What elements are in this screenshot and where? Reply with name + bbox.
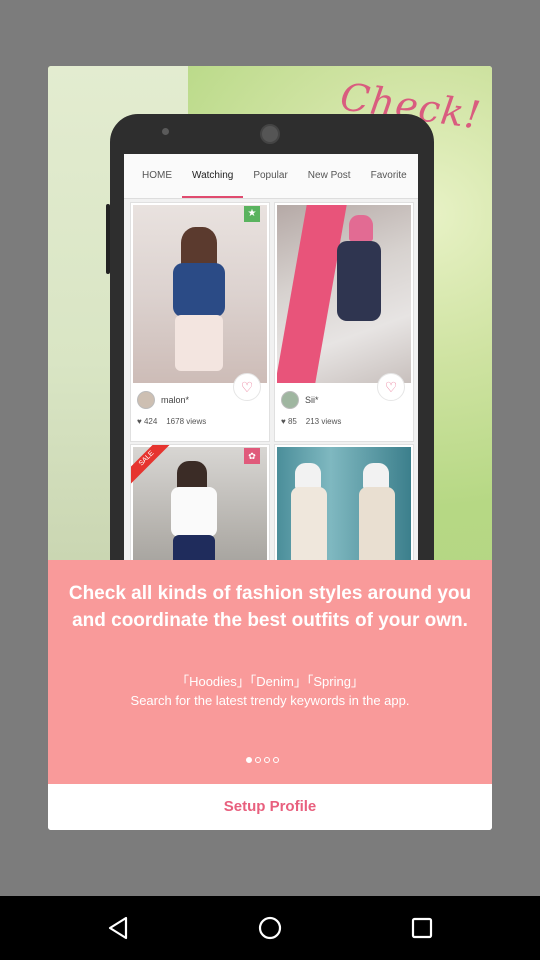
avatar: [137, 391, 155, 409]
likes-heart-icon: ♥: [137, 417, 144, 426]
onboarding-dialog: Check! HOME Watching Popular New Post Fa…: [48, 66, 492, 830]
page-dot: [255, 757, 261, 763]
avatar: [281, 391, 299, 409]
back-triangle-icon[interactable]: [104, 914, 132, 942]
post-likes: 85: [287, 417, 297, 426]
page-indicator: [246, 757, 279, 763]
recent-square-icon[interactable]: [408, 914, 436, 942]
post-photo: [277, 205, 411, 383]
mock-post-card: ♡ Sii* ♥ 85 213 views: [274, 202, 414, 442]
heart-icon: ♡: [233, 373, 261, 401]
phone-screen: HOME Watching Popular New Post Favorite …: [124, 154, 418, 560]
keywords-line: 「Hoodies」「Denim」「Spring」: [176, 674, 364, 689]
likes-heart-icon: ♥: [281, 417, 288, 426]
post-likes: 424: [143, 417, 158, 426]
post-username: Sii*: [305, 395, 319, 405]
keywords-caption: Search for the latest trendy keywords in…: [130, 693, 410, 708]
intro-headline: Check all kinds of fashion styles around…: [68, 583, 472, 631]
mock-post-card: [274, 444, 414, 560]
mock-tab-new-post: New Post: [307, 170, 351, 181]
mock-tab-favorite: Favorite: [370, 170, 407, 181]
post-user: malon*: [137, 391, 189, 409]
mock-tab-watching: Watching: [182, 154, 244, 198]
gift-badge-icon: ✿: [244, 448, 260, 464]
page-dot: [273, 757, 279, 763]
post-username: malon*: [161, 395, 190, 405]
hero-image: Check! HOME Watching Popular New Post Fa…: [48, 66, 492, 560]
mock-tab-bar: HOME Watching Popular New Post Favorite: [124, 154, 418, 199]
post-user: Sii*: [281, 391, 319, 409]
post-stats: ♥ 424 1678 views: [137, 417, 206, 426]
post-photo: [277, 447, 411, 560]
post-views: 1678 views: [166, 417, 207, 426]
sale-badge: SALE: [131, 445, 171, 485]
page-dot-active: [246, 757, 252, 763]
mock-post-card: SALE ✿: [130, 444, 270, 560]
mock-post-card: ★ ♡ malon* ♥ 424 1678 views: [130, 202, 270, 442]
intro-keywords: 「Hoodies」「Denim」「Spring」 Search for the …: [68, 672, 472, 710]
mock-tab-home: HOME: [142, 170, 172, 181]
heart-icon: ♡: [377, 373, 405, 401]
post-photo: [133, 205, 267, 383]
intro-panel: Check all kinds of fashion styles around…: [48, 560, 492, 784]
star-badge-icon: ★: [244, 206, 260, 222]
mock-tab-popular: Popular: [253, 170, 288, 181]
home-circle-icon[interactable]: [256, 914, 284, 942]
page-dot: [264, 757, 270, 763]
phone-side-button: [106, 204, 110, 274]
post-views: 213 views: [305, 417, 342, 426]
phone-sensor: [162, 128, 169, 135]
setup-profile-button[interactable]: Setup Profile: [48, 784, 492, 830]
post-stats: ♥ 85 213 views: [281, 417, 341, 426]
phone-camera: [260, 124, 280, 144]
system-navigation-bar: [0, 896, 540, 960]
